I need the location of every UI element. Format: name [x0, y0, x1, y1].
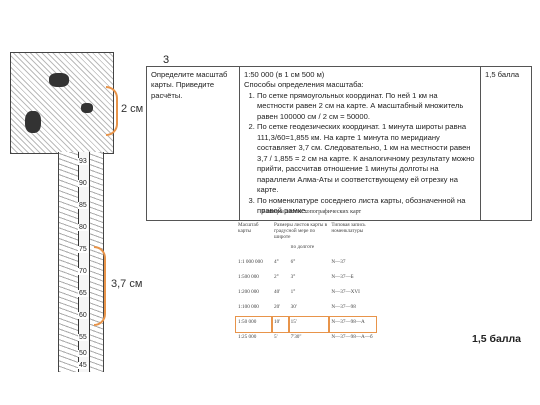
ref-cell: 1:100 000 [238, 304, 259, 310]
ref-cell: 7'30" [290, 334, 302, 340]
task-number: 3 [163, 54, 170, 66]
scale-label-2cm: 2 см [121, 103, 144, 115]
ruler-tick: 45 [78, 362, 88, 369]
ref-cell: 1:25 000 [238, 334, 257, 340]
ref-row: 1:500 000 2° 3° N—37—Б [236, 272, 376, 287]
points-cell: 1,5 балла [480, 66, 532, 221]
ref-header: Размеры листов карты в градусной мере по… [274, 222, 328, 240]
ruler-tick: 70 [78, 268, 88, 275]
ref-cell: 4° [274, 259, 279, 265]
ref-header: Типовая запись номенклатуры [331, 222, 366, 234]
map-fragment-top [10, 52, 114, 154]
ref-cell: N—37 [331, 259, 346, 265]
method-item: По сетке прямоугольных координат. По ней… [257, 91, 476, 122]
question-cell: Определите масштаб карты. Приведите расч… [146, 66, 240, 221]
methods-list: По сетке прямоугольных координат. По ней… [244, 91, 476, 217]
methods-title: Способы определения масштаба: [244, 80, 364, 90]
method-item: По сетке геодезических координат. 1 мину… [257, 122, 476, 195]
grade-label: 1,5 балла [472, 333, 522, 345]
ref-cell: 1:50 000 [235, 316, 273, 333]
ref-cell: 1:200 000 [238, 289, 259, 295]
ref-cell: 10' [271, 316, 290, 333]
answer-table: Определите масштаб карты. Приведите расч… [146, 66, 532, 221]
scale-bracket-top [106, 86, 118, 136]
scale-label-3-7cm: 3,7 см [111, 278, 143, 290]
ref-row: 1:1 000 000 4° 6° N—37 [236, 257, 376, 272]
ruler-tick: 80 [78, 224, 88, 231]
ref-row: 1:100 000 20' 30' N—37—98 [236, 302, 376, 317]
ruler-tick: 90 [78, 180, 88, 187]
ref-cell: 1:500 000 [238, 274, 259, 280]
ref-cell: 6° [290, 259, 296, 265]
ref-cell: N—37—XVI [331, 289, 360, 295]
ref-cell: N—37—98—А [328, 316, 377, 333]
ref-row: 1:200 000 40' 1° N—37—XVI [236, 287, 376, 302]
ref-row: 1:25 000 5' 7'30" N—37—98—А—б [236, 332, 376, 347]
ruler-tick: 85 [78, 202, 88, 209]
ref-cell: N—37—98 [331, 304, 356, 310]
ruler-tick: 50 [78, 350, 88, 357]
ref-cell: 1:1 000 000 [238, 259, 263, 265]
ref-row-highlighted: 1:50 000 10' 15' N—37—98—А [235, 316, 377, 333]
ref-cell: 40' [274, 289, 281, 295]
ruler-tick: 55 [78, 334, 88, 341]
reference-table: Масштаб карты Размеры листов карты в гра… [235, 220, 377, 347]
answer-cell: 1:50 000 (в 1 см 500 м) Способы определе… [239, 66, 481, 221]
ref-cell: N—37—Б [331, 274, 354, 280]
ref-header: по долготе [290, 244, 315, 250]
ref-cell: 2° [274, 274, 279, 280]
ref-cell: 5' [274, 334, 278, 340]
answer-title: 1:50 000 (в 1 см 500 м) [244, 70, 325, 79]
ref-cell: 3° [290, 274, 296, 280]
ref-cell: 1° [290, 289, 296, 295]
ruler-tick: 60 [78, 312, 88, 319]
ruler-tick: 65 [78, 290, 88, 297]
ref-header: Масштаб карты [238, 222, 259, 234]
scale-bracket-minute [94, 246, 106, 326]
ref-cell: N—37—98—А—б [331, 334, 373, 340]
reference-table-title: Размеры листов топографических карт [262, 209, 362, 215]
ruler-tick: 75 [78, 246, 88, 253]
ref-cell: 15' [287, 316, 331, 333]
ref-cell: 30' [290, 304, 297, 310]
ruler-tick: 93 [78, 158, 88, 165]
ref-cell: 20' [274, 304, 281, 310]
